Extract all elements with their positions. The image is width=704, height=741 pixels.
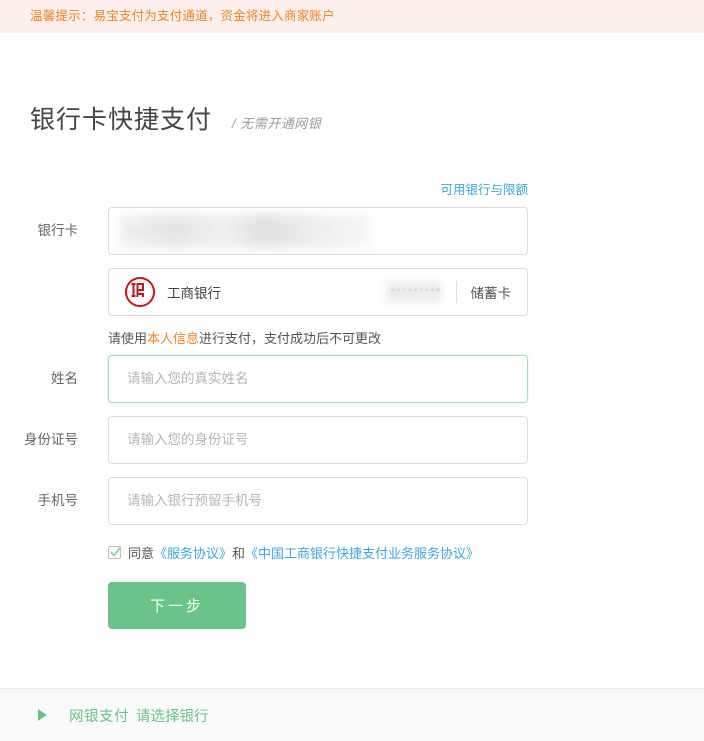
- notice-banner: 温馨提示：易宝支付为支付通道，资金将进入商家账户: [0, 0, 704, 33]
- name-row: 姓名: [0, 354, 704, 403]
- online-banking-label: 网银支付: [69, 708, 129, 725]
- hint-spacer: [0, 329, 108, 349]
- phone-input[interactable]: [108, 476, 528, 525]
- service-agreement-link[interactable]: 《服务协议》: [154, 546, 232, 561]
- agreement-checkbox[interactable]: [108, 545, 121, 559]
- selected-bank-name: 工商银行: [167, 285, 221, 301]
- bank-card-label: 银行卡: [37, 222, 79, 238]
- agreement-prefix: 同意: [128, 545, 155, 561]
- hint-suffix: 进行支付，支付成功后不可更改: [199, 330, 382, 346]
- agreement-row: 同意《服务协议》和《中国工商银行快捷支付业务服务协议》: [0, 543, 704, 562]
- icbc-agreement-link[interactable]: 《中国工商银行快捷支付业务服务协议》: [245, 546, 479, 561]
- available-banks-row: 可用银行与限额: [0, 179, 704, 198]
- card-mask-blur-overlay: [385, 281, 442, 302]
- hint-emphasis: 本人信息: [147, 330, 200, 346]
- hint-prefix: 请使用: [108, 330, 148, 346]
- id-number-label: 身份证号: [24, 431, 78, 447]
- page-header: 银行卡快捷支付 / 无需开通网银: [0, 33, 704, 153]
- page-title: 银行卡快捷支付: [30, 105, 213, 134]
- bank-card-row: 银行卡 6222 0*** **** **** ***: [0, 206, 704, 255]
- selected-bank-row: 工商银行 ********* 储蓄卡: [0, 267, 704, 316]
- triangle-right-icon: [38, 709, 47, 721]
- bank-card-field-wrap: 6222 0*** **** **** ***: [108, 206, 528, 255]
- bank-divider: [455, 280, 457, 303]
- selected-bank-box[interactable]: 工商银行 ********* 储蓄卡: [108, 267, 528, 316]
- icbc-logo-icon: [125, 276, 155, 307]
- phone-field-wrap: [108, 476, 528, 525]
- name-label: 姓名: [51, 370, 78, 386]
- id-number-row: 身份证号: [0, 415, 704, 464]
- id-number-field-wrap: [108, 415, 528, 464]
- id-number-input[interactable]: [108, 415, 528, 464]
- agreement-middle: 和: [232, 545, 246, 561]
- selected-bank-field-wrap: 工商银行 ********* 储蓄卡: [108, 267, 528, 316]
- bank-card-input[interactable]: 6222 0*** **** **** ***: [108, 206, 528, 255]
- page-subtitle: / 无需开通网银: [232, 115, 322, 131]
- name-input[interactable]: [108, 354, 528, 403]
- identity-hint-row: 请使用本人信息进行支付，支付成功后不可更改: [0, 329, 704, 349]
- selected-bank-mask-wrap: *********: [221, 281, 456, 302]
- identity-hint-text: 请使用本人信息进行支付，支付成功后不可更改: [108, 329, 381, 349]
- name-field-wrap: [108, 354, 528, 403]
- phone-row: 手机号: [0, 476, 704, 525]
- available-banks-link-wrap: 可用银行与限额: [108, 179, 528, 198]
- notice-text: 温馨提示：易宝支付为支付通道，资金将进入商家账户: [30, 9, 335, 24]
- redaction-blur-overlay: [117, 213, 372, 248]
- submit-row: 下一步: [0, 581, 704, 629]
- selected-bank-card-type: 储蓄卡: [470, 285, 512, 301]
- next-step-button[interactable]: 下一步: [108, 581, 246, 629]
- submit-spacer: [0, 582, 108, 629]
- checkmark-icon: [110, 547, 121, 556]
- phone-label: 手机号: [37, 492, 79, 508]
- agreement-text: 同意《服务协议》和《中国工商银行快捷支付业务服务协议》: [128, 543, 479, 562]
- online-banking-sub-label: 请选择银行: [136, 708, 209, 725]
- payment-form: 可用银行与限额 银行卡 6222 0*** **** **** ***: [0, 153, 704, 629]
- available-banks-link[interactable]: 可用银行与限额: [440, 179, 528, 198]
- online-banking-section[interactable]: 网银支付 请选择银行: [0, 688, 704, 741]
